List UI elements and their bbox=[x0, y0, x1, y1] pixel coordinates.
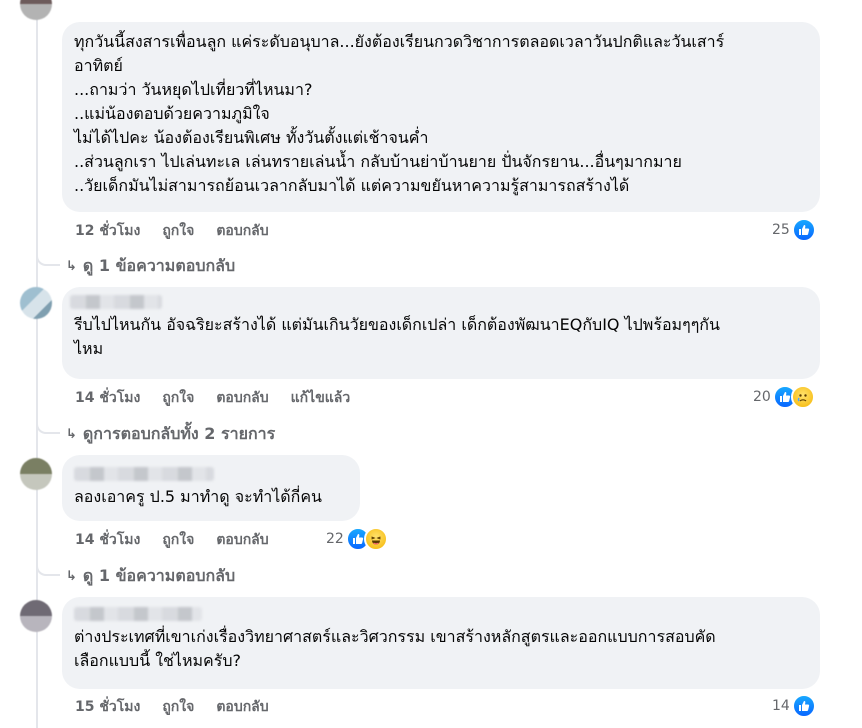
view-replies-link[interactable]: ↳ ดูการตอบกลับทั้ง 2 รายการ bbox=[66, 422, 275, 447]
timestamp-link[interactable]: 14 ชั่วโมง bbox=[75, 387, 140, 409]
comment-text-line: ..วัยเด็กมันไม่สามารถย้อนเวลากลับมาได้ แ… bbox=[74, 176, 630, 195]
edited-label[interactable]: แก้ไขแล้ว bbox=[291, 387, 351, 409]
comment-text-line: รีบไปไหนกัน อัจฉริยะสร้างได้ แต่มันเกินว… bbox=[74, 315, 720, 334]
author-name-redacted[interactable] bbox=[70, 295, 162, 309]
avatar[interactable] bbox=[20, 0, 52, 20]
reply-button[interactable]: ตอบกลับ bbox=[216, 220, 268, 242]
comment-text-line: ...ถามว่า วันหยุดไปเที่ยวที่ไหนมา? bbox=[74, 80, 313, 99]
reaction-count: 14 bbox=[772, 698, 790, 714]
author-name-redacted[interactable] bbox=[74, 467, 214, 481]
comment-actions: 15 ชั่วโมง ถูกใจ ตอบกลับ bbox=[75, 696, 269, 718]
comment-bubble: รีบไปไหนกัน อัจฉริยะสร้างได้ แต่มันเกินว… bbox=[62, 287, 820, 379]
comment-text-line: เลือกแบบนี้ ใช่ไหมครับ? bbox=[74, 651, 241, 670]
like-button[interactable]: ถูกใจ bbox=[162, 529, 194, 551]
reaction-summary[interactable]: 20 bbox=[753, 385, 815, 409]
view-replies-link[interactable]: ↳ ดู 1 ข้อความตอบกลับ bbox=[66, 564, 235, 589]
view-replies-link[interactable]: ↳ ดู 1 ข้อความตอบกลับ bbox=[66, 254, 235, 279]
reply-button[interactable]: ตอบกลับ bbox=[216, 387, 268, 409]
reaction-summary[interactable]: 22 bbox=[326, 527, 388, 551]
timestamp-link[interactable]: 12 ชั่วโมง bbox=[75, 220, 140, 242]
comment-text-line: ..แม่น้องตอบด้วยความภูมิใจ bbox=[74, 104, 270, 123]
view-replies-label: ดู 1 ข้อความตอบกลับ bbox=[82, 256, 236, 275]
avatar[interactable] bbox=[20, 458, 52, 490]
reply-connector bbox=[36, 560, 60, 576]
like-button[interactable]: ถูกใจ bbox=[162, 387, 194, 409]
comment-text-line: ไม่ได้ไปคะ น้องต้องเรียนพิเศษ ทั้งวันตั้… bbox=[74, 128, 429, 147]
timestamp-link[interactable]: 14 ชั่วโมง bbox=[75, 529, 140, 551]
like-icon bbox=[791, 218, 816, 242]
reaction-count: 25 bbox=[772, 222, 790, 238]
comment-text-line: อาทิตย์ bbox=[74, 56, 123, 75]
comment-text-line: ต่างประเทศที่เขาเก่งเรื่องวิทยาศาสตร์และ… bbox=[74, 627, 716, 646]
sad-icon bbox=[790, 385, 815, 409]
like-button[interactable]: ถูกใจ bbox=[162, 220, 194, 242]
reply-button[interactable]: ตอบกลับ bbox=[216, 696, 268, 718]
timestamp-link[interactable]: 15 ชั่วโมง bbox=[75, 696, 140, 718]
reaction-summary[interactable]: 25 bbox=[772, 218, 816, 242]
comment-actions: 14 ชั่วโมง ถูกใจ ตอบกลับ bbox=[75, 529, 269, 551]
reply-arrow-icon: ↳ bbox=[66, 259, 77, 274]
reaction-count: 20 bbox=[753, 389, 771, 405]
haha-icon bbox=[363, 527, 388, 551]
like-icon bbox=[791, 694, 816, 718]
comment-text-line: ลองเอาครู ป.5 มาทำดู จะทำได้กี่คน bbox=[74, 487, 322, 506]
comment-text-line: ทุกวันนี้สงสารเพื่อนลูก แค่ระดับอนุบาล..… bbox=[74, 32, 725, 51]
view-replies-label: ดู 1 ข้อความตอบกลับ bbox=[82, 566, 236, 585]
reply-connector bbox=[36, 250, 60, 266]
comment-text-line: ไหม bbox=[74, 339, 104, 358]
comment-actions: 12 ชั่วโมง ถูกใจ ตอบกลับ bbox=[75, 220, 269, 242]
like-button[interactable]: ถูกใจ bbox=[162, 696, 194, 718]
reply-arrow-icon: ↳ bbox=[66, 427, 77, 442]
comment-bubble: ลองเอาครู ป.5 มาทำดู จะทำได้กี่คน bbox=[62, 455, 360, 521]
author-name-redacted[interactable] bbox=[74, 607, 202, 621]
avatar[interactable] bbox=[20, 600, 52, 632]
comment-actions: 14 ชั่วโมง ถูกใจ ตอบกลับ แก้ไขแล้ว bbox=[75, 387, 350, 409]
avatar[interactable] bbox=[20, 287, 52, 319]
reaction-count: 22 bbox=[326, 531, 344, 547]
reply-arrow-icon: ↳ bbox=[66, 569, 77, 584]
reply-button[interactable]: ตอบกลับ bbox=[216, 529, 268, 551]
reply-connector bbox=[36, 418, 60, 434]
comment-bubble: ต่างประเทศที่เขาเก่งเรื่องวิทยาศาสตร์และ… bbox=[62, 597, 820, 689]
reaction-summary[interactable]: 14 bbox=[772, 694, 816, 718]
view-replies-label: ดูการตอบกลับทั้ง 2 รายการ bbox=[82, 424, 276, 443]
comment-text-line: ..ส่วนลูกเรา ไปเล่นทะเล เล่นทรายเล่นน้ำ … bbox=[74, 152, 682, 171]
comment-bubble: ทุกวันนี้สงสารเพื่อนลูก แค่ระดับอนุบาล..… bbox=[62, 22, 820, 212]
